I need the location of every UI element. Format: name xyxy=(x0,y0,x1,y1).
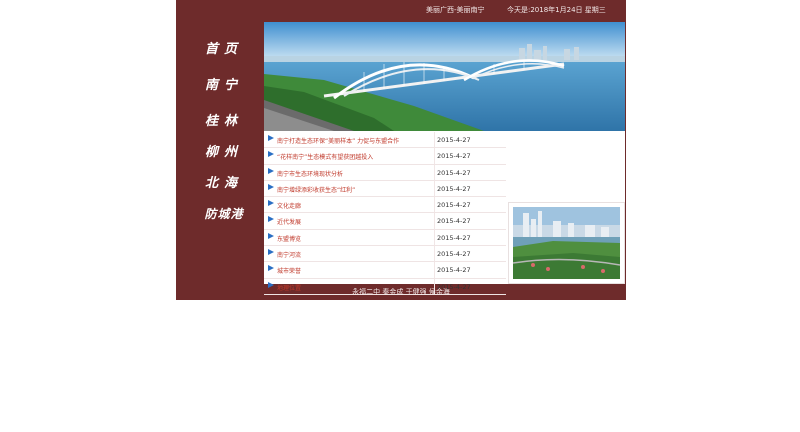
column-divider xyxy=(434,229,435,246)
news-link[interactable]: 城市荣誉 xyxy=(277,266,301,275)
list-item: 近代发展 2015-4-27 xyxy=(264,213,506,230)
nav-item-home[interactable]: 首页 xyxy=(196,40,252,60)
nav-item-guilin[interactable]: 桂林 xyxy=(196,112,252,132)
news-link[interactable]: 南宁增绿添彩收获生态“红利” xyxy=(277,185,355,194)
news-date: 2015-4-27 xyxy=(437,266,471,275)
news-date: 2015-4-27 xyxy=(437,233,471,242)
arrow-bullet-icon xyxy=(268,183,274,190)
nav-item-beihai[interactable]: 北海 xyxy=(196,174,252,194)
footer-credits: 永福二中 秦金成 于健强 侯余海 xyxy=(352,288,450,296)
page-frame: 美丽广西-美丽南宁 今天是:2018年1月24日 星期三 首页 南宁 桂林 柳州… xyxy=(176,0,626,300)
column-divider xyxy=(434,164,435,180)
column-divider xyxy=(434,262,435,278)
news-link[interactable]: 近代发展 xyxy=(277,217,301,226)
list-item: 文化走廊 2015-4-27 xyxy=(264,197,506,214)
news-link[interactable]: 文化走廊 xyxy=(277,201,301,210)
news-date: 2015-4-27 xyxy=(437,201,471,210)
news-list: 南宁打造生态环保“美丽样本” 力促与东盟合作 2015-4-27 “花样南宁”生… xyxy=(264,132,506,295)
nav-item-nanning[interactable]: 南宁 xyxy=(196,76,252,96)
content-area: 南宁打造生态环保“美丽样本” 力促与东盟合作 2015-4-27 “花样南宁”生… xyxy=(264,131,625,295)
arrow-bullet-icon xyxy=(268,265,274,272)
column-divider xyxy=(434,213,435,229)
nav-item-liuzhou[interactable]: 柳州 xyxy=(196,143,252,163)
news-date: 2015-4-27 xyxy=(437,136,471,144)
sidebar-nav: 首页 南宁 桂林 柳州 北海 防城港 xyxy=(176,22,264,284)
site-title: 美丽广西-美丽南宁 xyxy=(426,6,485,14)
news-date: 2015-4-27 xyxy=(437,152,471,161)
arrow-bullet-icon xyxy=(268,216,274,223)
news-date: 2015-4-27 xyxy=(437,217,471,226)
arrow-bullet-icon xyxy=(268,200,274,207)
banner-image xyxy=(264,22,625,131)
arrow-bullet-icon xyxy=(268,232,274,239)
top-bar: 美丽广西-美丽南宁 今天是:2018年1月24日 星期三 xyxy=(176,0,626,22)
news-link[interactable]: “花样南宁”生态模式有望获团越投入 xyxy=(277,152,373,161)
city-photo-box xyxy=(508,202,625,284)
column-divider xyxy=(434,148,435,164)
column-divider xyxy=(434,246,435,262)
arrow-bullet-icon xyxy=(268,167,274,174)
news-date: 2015-4-27 xyxy=(437,184,471,193)
news-date: 2015-4-27 xyxy=(437,250,471,259)
arrow-bullet-icon xyxy=(268,135,274,141)
nav-item-fangchenggang[interactable]: 防城港 xyxy=(196,204,252,224)
date-display: 今天是:2018年1月24日 星期三 xyxy=(507,6,606,14)
column-divider xyxy=(434,132,435,148)
list-item: 东盟博览 2015-4-27 xyxy=(264,229,506,247)
column-divider xyxy=(434,197,435,213)
list-item: 南宁市生态环境现状分析 2015-4-27 xyxy=(264,164,506,181)
bridge-panorama-image xyxy=(264,22,625,131)
list-item: 南宁增绿添彩收获生态“红利” 2015-4-27 xyxy=(264,180,506,198)
news-link[interactable]: 南宁打造生态环保“美丽样本” 力促与东盟合作 xyxy=(277,136,399,145)
news-link[interactable]: 东盟博览 xyxy=(277,234,301,243)
list-item: 南宁河流 2015-4-27 xyxy=(264,246,506,263)
city-river-photo xyxy=(513,207,620,279)
list-item: “花样南宁”生态模式有望获团越投入 2015-4-27 xyxy=(264,148,506,165)
list-item: 城市荣誉 2015-4-27 xyxy=(264,262,506,279)
list-item: 南宁打造生态环保“美丽样本” 力促与东盟合作 2015-4-27 xyxy=(264,132,506,149)
news-link[interactable]: 南宁河流 xyxy=(277,250,301,259)
column-divider xyxy=(434,180,435,197)
footer: 永福二中 秦金成 于健强 侯余海 xyxy=(176,284,626,300)
arrow-bullet-icon xyxy=(268,249,274,256)
news-link[interactable]: 南宁市生态环境现状分析 xyxy=(277,169,343,178)
news-date: 2015-4-27 xyxy=(437,168,471,177)
arrow-bullet-icon xyxy=(268,151,274,158)
